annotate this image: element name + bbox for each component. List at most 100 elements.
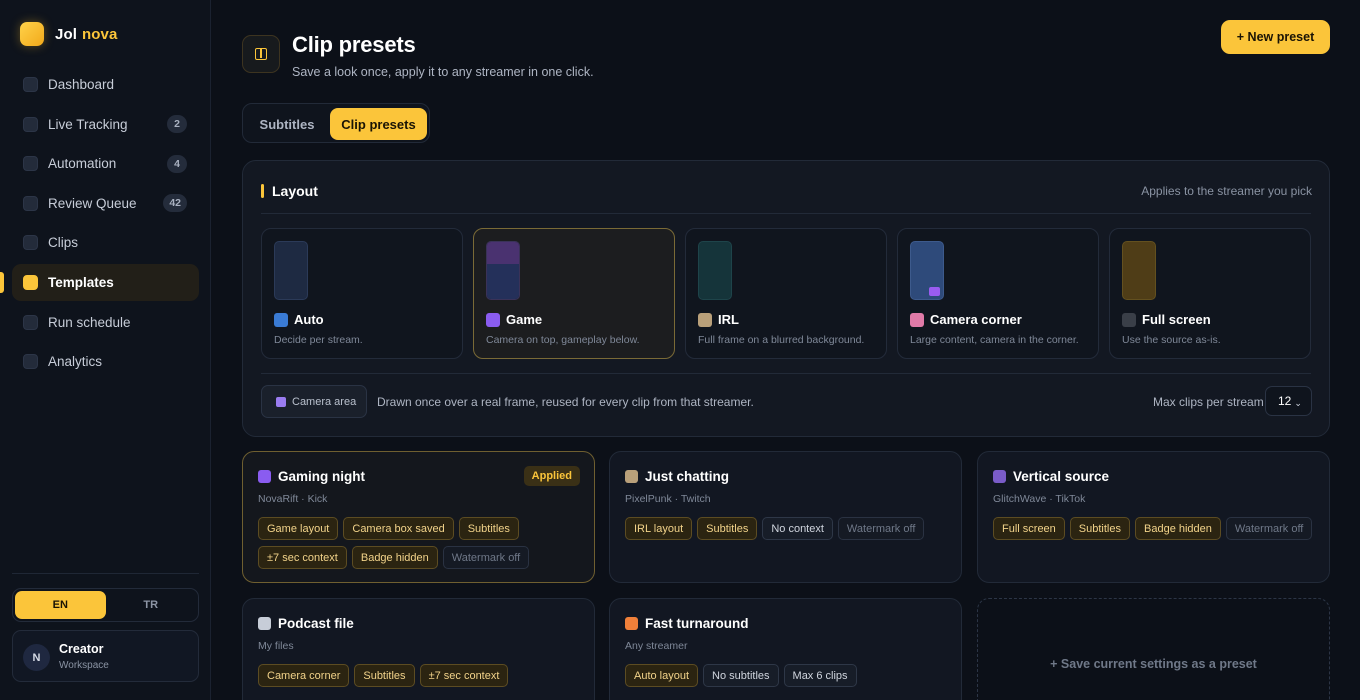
preset-card-just-chatting[interactable]: Just chatting PixelPunk · Twitch IRL lay… <box>609 451 962 583</box>
sidebar: Jol nova Dashboard Live Tracking 2 Automat… <box>0 0 211 700</box>
save-preset-label: + Save current settings as a preset <box>1050 657 1257 671</box>
divider <box>261 373 1311 374</box>
divider <box>261 213 1311 214</box>
lightning-icon <box>625 617 638 630</box>
camera-icon <box>276 396 286 407</box>
layout-option-auto[interactable]: Auto Decide per stream. <box>261 228 463 359</box>
analytics-icon <box>23 354 38 370</box>
preset-title: Just chatting <box>625 469 729 484</box>
layout-option-game[interactable]: Game Camera on top, gameplay below. <box>473 228 675 359</box>
square-icon <box>1122 312 1136 327</box>
preset-chips: IRL layout Subtitles No context Watermar… <box>625 517 949 540</box>
avatar: N <box>23 644 50 671</box>
templates-icon <box>23 274 38 290</box>
layout-thumbnail <box>698 241 732 300</box>
sidebar-item-label: Templates <box>48 274 114 290</box>
preset-chip: Subtitles <box>458 517 519 540</box>
layout-option-name: Full screen <box>1122 312 1211 327</box>
lang-en-button[interactable]: EN <box>15 591 106 619</box>
layout-option-full-screen[interactable]: Full screen Use the source as-is. <box>1109 228 1311 359</box>
preset-title: Podcast file <box>258 616 354 631</box>
max-clips-select[interactable]: 12 ⌄ <box>1265 386 1312 416</box>
preset-chip: Watermark off <box>1225 517 1313 540</box>
preset-card-fast-turnaround[interactable]: Fast turnaround Any streamer Auto layout… <box>609 598 962 700</box>
sidebar-item-automation[interactable]: Automation 4 <box>12 145 199 182</box>
count-badge: 42 <box>163 194 187 213</box>
phone-icon <box>993 470 1006 483</box>
preset-chip: Full screen <box>993 517 1065 540</box>
sidebar-item-run-schedule[interactable]: Run schedule <box>12 304 199 341</box>
preset-title: Vertical source <box>993 469 1109 484</box>
sidebar-item-analytics[interactable]: Analytics <box>12 343 199 380</box>
layout-option-camera-corner[interactable]: Camera corner Large content, camera in t… <box>897 228 1099 359</box>
camera-area-description: Drawn once over a real frame, reused for… <box>377 395 754 409</box>
save-preset-button[interactable]: + Save current settings as a preset <box>977 598 1330 700</box>
brain-icon <box>910 312 924 327</box>
layout-option-desc: Decide per stream. <box>274 334 363 346</box>
review-queue-icon <box>23 195 38 211</box>
new-preset-button[interactable]: + New preset <box>1221 20 1330 54</box>
preset-chip: Camera corner <box>258 664 350 687</box>
layout-option-name: IRL <box>698 312 739 327</box>
sidebar-item-templates[interactable]: Templates <box>0 263 199 301</box>
gamepad-icon <box>486 312 500 327</box>
preset-chip: Max 6 clips <box>783 664 857 687</box>
preset-chip: Subtitles <box>1069 517 1130 540</box>
layout-panel-title: Layout <box>272 183 318 199</box>
sidebar-item-label: Automation <box>48 156 117 172</box>
sidebar-item-label: Dashboard <box>48 77 115 92</box>
preset-card-podcast-file[interactable]: Podcast file My files Camera corner Subt… <box>242 598 595 700</box>
applied-badge: Applied <box>523 466 580 486</box>
layout-thumbnail <box>910 241 944 300</box>
preset-chip: Watermark off <box>442 546 530 569</box>
preset-chip: Subtitles <box>354 664 415 687</box>
preset-chip: No context <box>762 517 833 540</box>
preset-chip: Badge hidden <box>1135 517 1221 540</box>
preset-chip: Camera box saved <box>343 517 454 540</box>
layout-option-desc: Use the source as-is. <box>1122 334 1221 346</box>
preset-chip: No subtitles <box>703 664 779 687</box>
preset-title: Gaming night <box>258 469 365 484</box>
sidebar-item-dashboard[interactable]: Dashboard <box>12 66 199 103</box>
brand-name: Jol nova <box>55 25 118 43</box>
layout-thumbnail <box>486 241 520 300</box>
layout-thumbnail <box>1122 241 1156 300</box>
lang-tr-button[interactable]: TR <box>106 591 197 619</box>
user-workspace: Workspace <box>59 660 109 671</box>
tab-subtitles[interactable]: Subtitles <box>247 108 327 140</box>
preset-chips: Game layout Camera box saved Subtitles ±… <box>258 517 582 569</box>
pickaxe-icon <box>698 312 712 327</box>
section-accent <box>261 184 264 198</box>
tab-clip-presets[interactable]: Clip presets <box>330 108 427 140</box>
sidebar-item-label: Live Tracking <box>48 116 128 132</box>
active-indicator <box>0 271 4 293</box>
sidebar-item-live-tracking[interactable]: Live Tracking 2 <box>12 106 199 143</box>
layout-option-irl[interactable]: IRL Full frame on a blurred background. <box>685 228 887 359</box>
layout-option-desc: Large content, camera in the corner. <box>910 334 1079 346</box>
preset-chips: Full screen Subtitles Badge hidden Water… <box>993 517 1317 540</box>
user-card[interactable]: N Creator Workspace <box>12 630 199 682</box>
sidebar-item-review-queue[interactable]: Review Queue 42 <box>12 185 199 222</box>
layout-option-name: Camera corner <box>910 312 1022 327</box>
camera-area-button[interactable]: Camera area <box>261 385 367 418</box>
layout-option-desc: Camera on top, gameplay below. <box>486 334 640 346</box>
tab-bar: Subtitles Clip presets <box>242 103 430 143</box>
pickaxe-icon <box>625 470 638 483</box>
brand[interactable]: Jol nova <box>20 22 117 46</box>
preset-source: Any streamer <box>625 640 688 652</box>
sidebar-item-label: Analytics <box>48 354 103 370</box>
sidebar-item-clips[interactable]: Clips <box>12 224 199 261</box>
preset-chip: Watermark off <box>837 517 925 540</box>
preset-card-gaming-night[interactable]: Gaming night Applied NovaRift · Kick Gam… <box>242 451 595 583</box>
preset-source: My files <box>258 640 294 652</box>
preset-card-vertical-source[interactable]: Vertical source GlitchWave · TikTok Full… <box>977 451 1330 583</box>
sidebar-item-label: Run schedule <box>48 314 131 330</box>
divider <box>12 573 199 574</box>
layout-option-name: Auto <box>274 312 324 327</box>
layout-option-name: Game <box>486 312 542 327</box>
preset-chip: Subtitles <box>697 517 758 540</box>
preset-source: PixelPunk · Twitch <box>625 493 711 505</box>
dashboard-icon <box>23 77 38 92</box>
preset-source: NovaRift · Kick <box>258 493 328 505</box>
run-schedule-icon <box>23 314 38 330</box>
